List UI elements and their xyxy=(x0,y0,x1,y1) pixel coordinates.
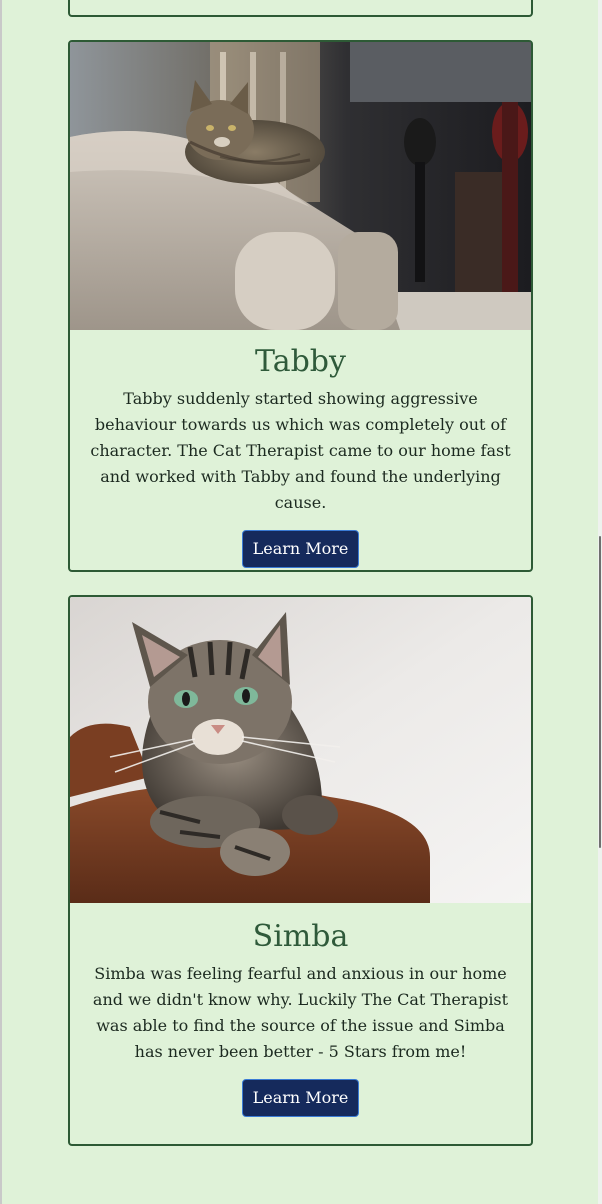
card-title: Simba xyxy=(252,919,349,954)
card-body: Simba Simba was feeling fearful and anxi… xyxy=(70,903,531,1117)
learn-more-button[interactable]: Learn More xyxy=(241,530,360,568)
card-title: Tabby xyxy=(255,344,346,379)
testimonial-card-simba: Simba Simba was feeling fearful and anxi… xyxy=(68,595,533,1146)
testimonial-card-tabby: Tabby Tabby suddenly started showing agg… xyxy=(68,40,533,572)
card-text: Simba was feeling fearful and anxious in… xyxy=(92,964,509,1061)
page-left-edge xyxy=(0,0,2,1204)
scrollbar-thumb[interactable] xyxy=(599,536,601,848)
learn-more-button[interactable]: Learn More xyxy=(241,1079,360,1117)
vertical-scrollbar[interactable] xyxy=(598,0,602,1204)
card-body: Tabby Tabby suddenly started showing agg… xyxy=(70,330,531,568)
tabby-cat-photo xyxy=(70,42,531,330)
simba-cat-photo xyxy=(70,597,531,903)
card-text: Tabby suddenly started showing aggressiv… xyxy=(90,389,511,512)
testimonial-card-previous xyxy=(68,0,533,17)
